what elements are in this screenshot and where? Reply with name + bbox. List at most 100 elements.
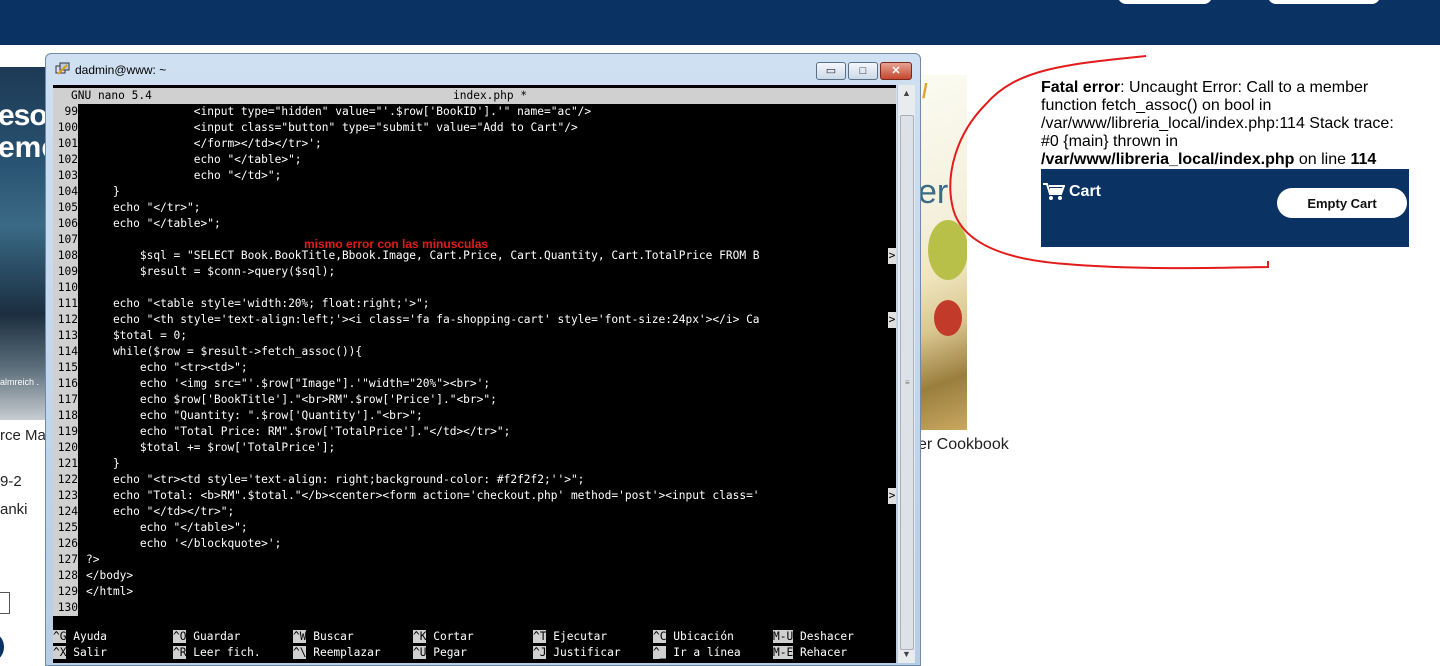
code-line[interactable]: 101 </form></td></tr>'; [53,136,896,152]
code-text: echo "</table>"; [86,153,302,166]
code-line[interactable]: 113 $total = 0; [53,328,896,344]
code-line[interactable]: 99 <input type="hidden" value="'.$row['B… [53,104,896,120]
shortcut-label: Salir [66,646,107,659]
line-number: 115 [53,360,78,376]
code-line[interactable]: 121 } [53,456,896,472]
line-number: 107 [53,232,78,248]
shortcut-item: M-U Deshacer [773,629,854,645]
minimize-button[interactable]: ▭ [816,62,846,80]
code-text: while($row = $result->fetch_assoc()){ [86,345,363,358]
code-line[interactable]: 117 echo $row['BookTitle']."<br>RM".$row… [53,392,896,408]
line-number: 104 [53,184,78,200]
shortcut-label: Cortar [426,630,474,643]
code-text: echo '<img src="'.$row["Image"].'"width=… [86,377,491,390]
code-line[interactable]: 105 echo "</tr>"; [53,200,896,216]
line-number: 129 [53,584,78,600]
close-button[interactable]: ✕ [880,62,912,80]
code-line[interactable]: 122 echo "<tr><td style='text-align: rig… [53,472,896,488]
code-line[interactable]: 110 [53,280,896,296]
shortcut-key: ^_ [653,646,667,659]
shortcut-item: ^T Ejecutar [533,629,607,645]
line-number: 125 [53,520,78,536]
code-text: echo "<tr><td style='text-align: right;b… [86,473,585,486]
nano-version: GNU nano 5.4 [71,89,152,102]
nav-button-2[interactable] [1268,0,1380,4]
shortcut-item: ^G Ayuda [53,629,107,645]
line-number: 102 [53,152,78,168]
shortcut-label: Pegar [426,646,467,659]
shortcut-key: ^R [173,646,187,659]
shortcut-label: Deshacer [793,630,854,643]
code-line[interactable]: 114 while($row = $result->fetch_assoc())… [53,344,896,360]
code-line[interactable]: 104 } [53,184,896,200]
shortcut-key: ^\ [293,646,307,659]
book-cover-left[interactable]: esou eme almreich . [0,67,46,420]
line-number: 109 [53,264,78,280]
code-line[interactable]: 111 echo "<table style='width:20%; float… [53,296,896,312]
code-line[interactable]: 116 echo '<img src="'.$row["Image"].'"wi… [53,376,896,392]
line-number: 128 [53,568,78,584]
line-number: 99 [53,104,78,120]
code-line[interactable]: 127 ?> [53,552,896,568]
code-text: echo "Total Price: RM".$row['TotalPrice'… [86,425,511,438]
fatal-error-line: 114 [1350,151,1377,168]
code-line[interactable]: 109 $result = $conn->query($sql); [53,264,896,280]
code-line[interactable]: 103 echo "</td>"; [53,168,896,184]
book-cover-word: esou [0,99,46,132]
shortcut-label: Justificar [546,646,621,659]
code-text: </body> [86,569,134,582]
add-to-cart-button[interactable] [0,634,4,660]
scroll-down-arrow[interactable]: ▼ [898,646,915,663]
line-number: 126 [53,536,78,552]
code-line[interactable]: 125 echo "</table>"; [53,520,896,536]
line-number: 108 [53,248,78,264]
code-line[interactable]: 128 </body> [53,568,896,584]
book-id-left: 9-2 [0,473,22,490]
line-number: 105 [53,200,78,216]
shortcut-key: ^U [413,646,427,659]
shortcut-label: Ir a línea [666,646,741,659]
nano-editor[interactable]: GNU nano 5.4 index.php * 99 <input type=… [53,85,896,663]
vertical-scrollbar[interactable]: ▲ ≡ ▼ [897,85,915,663]
code-text: } [86,457,120,470]
code-line[interactable]: 115 echo "<tr><td>"; [53,360,896,376]
shortcut-item: ^K Cortar [413,629,474,645]
line-number: 114 [53,344,78,360]
quantity-field[interactable] [0,592,10,614]
scroll-up-arrow[interactable]: ▲ [898,85,915,102]
empty-cart-button[interactable]: Empty Cart [1277,188,1407,218]
shortcut-key: ^O [173,630,187,643]
code-line[interactable]: 130 [53,600,896,616]
shortcut-key: ^W [293,630,307,643]
code-line[interactable]: 126 echo '</blockquote>'; [53,536,896,552]
code-line[interactable]: 124 echo "</td></tr>"; [53,504,896,520]
nav-button-1[interactable] [1118,0,1212,4]
code-line[interactable]: 102 echo "</table>"; [53,152,896,168]
shortcut-item: ^_ Ir a línea [653,645,741,661]
shortcut-label: Ubicación [666,630,734,643]
scrollbar-thumb[interactable]: ≡ [900,115,914,650]
code-text: $total = 0; [86,329,188,342]
shortcut-item: ^\ Reemplazar [293,645,381,661]
code-line[interactable]: 120 $total += $row['TotalPrice']; [53,440,896,456]
code-line[interactable]: 118 echo "Quantity: ".$row['Quantity']."… [53,408,896,424]
shortcut-label: Ayuda [66,630,107,643]
book-author-left: anki [0,501,28,518]
line-number: 119 [53,424,78,440]
shortcut-item: ^O Guardar [173,629,240,645]
maximize-button[interactable]: □ [848,62,878,80]
line-number: 122 [53,472,78,488]
nano-shortcut-bar: ^G Ayuda ^O Guardar ^W Buscar ^K Cortar ^T E… [53,629,896,663]
code-line[interactable]: 106 echo "</table>"; [53,216,896,232]
terminal-window[interactable]: dadmin@www: ~ ▭ □ ✕ GNU nano 5.4 index.p… [45,53,921,666]
code-line[interactable]: 100 <input class="button" type="submit" … [53,120,896,136]
code-line[interactable]: 112 echo "<th style='text-align:left;'><… [53,312,896,328]
line-number: 100 [53,120,78,136]
line-number: 110 [53,280,78,296]
truncation-marker: > [888,248,896,264]
code-line[interactable]: 119 echo "Total Price: RM".$row['TotalPr… [53,424,896,440]
shortcut-item: ^X Salir [53,645,107,661]
shortcut-label: Buscar [306,630,354,643]
code-line[interactable]: 129 </html> [53,584,896,600]
code-line[interactable]: 123 echo "Total: <b>RM".$total."</b><cen… [53,488,896,504]
